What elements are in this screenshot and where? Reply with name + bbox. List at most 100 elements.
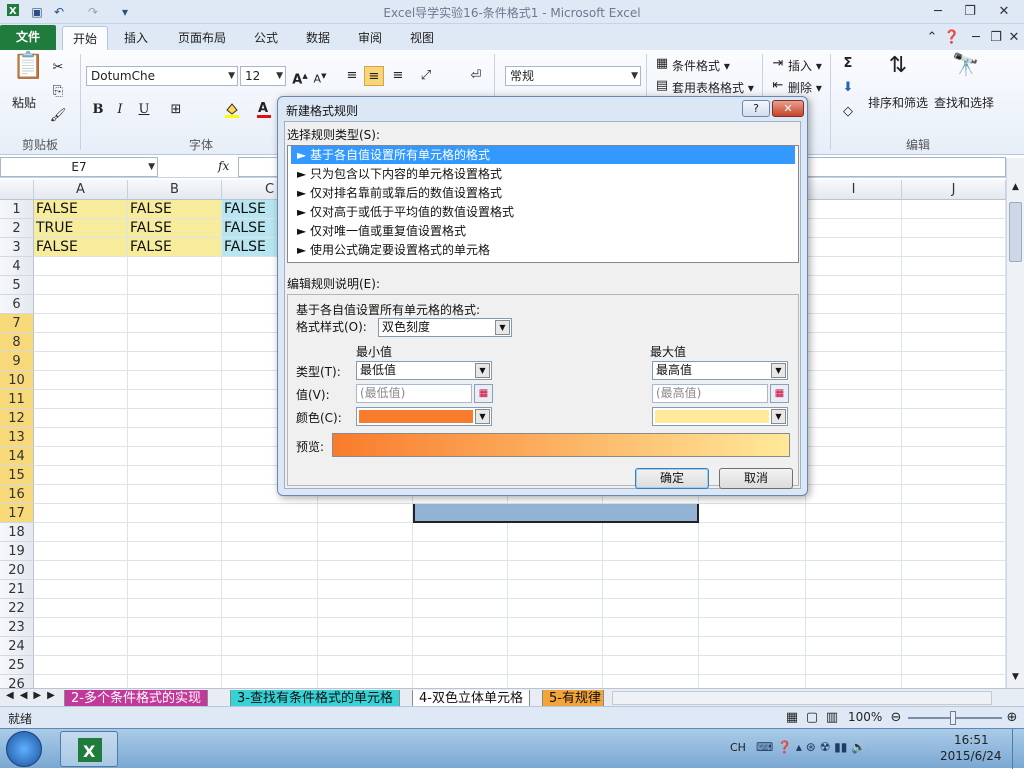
bold-button[interactable]: B [88, 100, 108, 120]
cell[interactable] [34, 580, 128, 599]
cell[interactable] [902, 390, 1006, 409]
name-box[interactable]: E7 ▼ [0, 157, 158, 177]
row-header[interactable]: 8 [0, 333, 34, 352]
cell[interactable] [222, 675, 318, 688]
cell[interactable] [508, 542, 603, 561]
cell[interactable] [128, 504, 222, 523]
rule-type-item[interactable]: ► 基于各自值设置所有单元格的格式 [291, 146, 795, 164]
cell[interactable] [902, 580, 1006, 599]
cell[interactable] [806, 276, 902, 295]
cell[interactable] [34, 599, 128, 618]
format-as-table-icon[interactable]: ▤ [652, 76, 672, 96]
min-type-select[interactable]: 最低值 ▼ [356, 361, 492, 380]
cell[interactable] [128, 390, 222, 409]
cell[interactable] [34, 561, 128, 580]
format-painter-icon[interactable]: 🖌 [48, 106, 68, 126]
cell[interactable] [699, 523, 806, 542]
cell[interactable] [806, 314, 902, 333]
dialog-close-button[interactable]: ✕ [772, 100, 804, 117]
cell[interactable] [413, 561, 508, 580]
restore-icon[interactable]: ❐ [956, 2, 984, 21]
insert-cells-button[interactable]: 插入 ▾ [788, 57, 822, 74]
tab-formulas[interactable]: 公式 [244, 26, 288, 50]
tray-icons[interactable]: ⌨ ❓ ▴ ⊛ ☢ ▮▮ 🔊 [756, 740, 866, 754]
cell[interactable] [34, 333, 128, 352]
cell[interactable] [806, 390, 902, 409]
cell[interactable] [806, 466, 902, 485]
cell[interactable] [902, 561, 1006, 580]
cell[interactable]: FALSE [34, 200, 128, 219]
min-color-picker[interactable]: ▼ [356, 407, 492, 426]
cell[interactable] [806, 580, 902, 599]
borders-icon[interactable]: ⊞ [166, 100, 186, 120]
cell[interactable] [806, 675, 902, 688]
cell[interactable] [413, 656, 508, 675]
row-header[interactable]: 6 [0, 295, 34, 314]
row-header[interactable]: 26 [0, 675, 34, 688]
cell[interactable] [318, 599, 413, 618]
sheet-tab[interactable]: 2-多个条件格式的实现 [64, 690, 208, 707]
cell[interactable] [34, 352, 128, 371]
max-type-select[interactable]: 最高值 ▼ [652, 361, 788, 380]
tab-view[interactable]: 视图 [400, 26, 444, 50]
cell[interactable] [318, 580, 413, 599]
cell[interactable] [603, 542, 699, 561]
cell[interactable] [128, 580, 222, 599]
cell[interactable] [128, 599, 222, 618]
cell[interactable] [603, 523, 699, 542]
fill-icon[interactable]: ⬇ [838, 78, 858, 98]
rule-type-item[interactable]: ► 仅对高于或低于平均值的数值设置格式 [291, 203, 795, 221]
cell[interactable] [806, 371, 902, 390]
cell[interactable] [902, 675, 1006, 688]
cell[interactable] [34, 523, 128, 542]
cell[interactable] [902, 466, 1006, 485]
cell[interactable] [318, 523, 413, 542]
cell[interactable] [902, 637, 1006, 656]
select-all-corner[interactable] [0, 180, 34, 200]
cell[interactable] [806, 504, 902, 523]
cell[interactable] [128, 675, 222, 688]
cell[interactable] [128, 618, 222, 637]
row-header[interactable]: 11 [0, 390, 34, 409]
excel-taskbar-button[interactable]: X [60, 731, 118, 767]
paste-button[interactable]: 粘贴 [12, 94, 36, 111]
align-bottom-icon[interactable]: ≡ [388, 66, 408, 86]
find-select-button[interactable]: 查找和选择 [934, 94, 994, 111]
cell[interactable] [806, 485, 902, 504]
cell[interactable] [603, 561, 699, 580]
cell[interactable] [806, 523, 902, 542]
fill-color-icon[interactable] [222, 100, 242, 120]
cell[interactable] [806, 637, 902, 656]
row-header[interactable]: 12 [0, 409, 34, 428]
column-header[interactable]: A [34, 180, 128, 200]
cell[interactable] [806, 295, 902, 314]
cell[interactable] [699, 504, 806, 523]
cell[interactable] [806, 618, 902, 637]
cell[interactable] [603, 675, 699, 688]
align-middle-icon[interactable]: ≡ [364, 66, 384, 86]
cell[interactable] [34, 409, 128, 428]
cell[interactable]: FALSE [128, 200, 222, 219]
cell[interactable] [806, 352, 902, 371]
cell[interactable] [34, 314, 128, 333]
conditional-format-icon[interactable]: ▦ [652, 54, 672, 74]
cell[interactable] [222, 656, 318, 675]
row-header[interactable]: 7 [0, 314, 34, 333]
cell[interactable] [902, 447, 1006, 466]
cell[interactable] [902, 295, 1006, 314]
cell[interactable] [699, 656, 806, 675]
dialog-help-button[interactable]: ? [742, 100, 770, 117]
clock-time[interactable]: 16:51 [954, 733, 989, 747]
grow-font-icon[interactable]: A▲ [290, 66, 310, 87]
cell[interactable] [222, 523, 318, 542]
clear-icon[interactable]: ◇ [838, 102, 858, 122]
row-header[interactable]: 4 [0, 257, 34, 276]
scroll-up-icon[interactable]: ▲ [1009, 182, 1022, 200]
cell[interactable] [222, 542, 318, 561]
cell[interactable] [902, 219, 1006, 238]
rule-type-list[interactable]: ► 基于各自值设置所有单元格的格式 ► 只为包含以下内容的单元格设置格式 ► 仅… [287, 145, 799, 263]
cell[interactable] [128, 542, 222, 561]
cell[interactable] [318, 542, 413, 561]
show-desktop-button[interactable] [1012, 729, 1024, 769]
close-window-icon[interactable]: ✕ [990, 2, 1018, 21]
